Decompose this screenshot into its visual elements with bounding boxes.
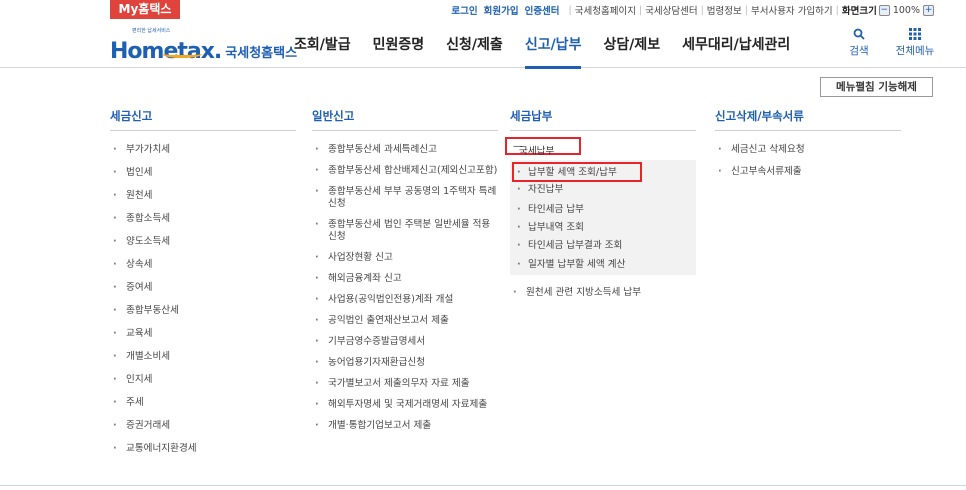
selected-item-highlight — [512, 162, 642, 182]
list-item[interactable]: 양도소득세 — [110, 236, 296, 248]
zoom-label: 화면크기 — [841, 6, 877, 17]
menu-list: 원천세 관련 지방소득세 납부 — [510, 287, 696, 299]
column-tax-payment: 세금납부 — [510, 107, 696, 131]
list-item[interactable]: 해외투자명세 및 국제거래명세 자료제출 — [312, 399, 498, 411]
column-title[interactable]: 신고삭제/부속서류 — [715, 107, 901, 125]
nav-tax-agent[interactable]: 세무대리/납세관리 — [682, 22, 790, 68]
divider: | — [700, 4, 704, 16]
menu-list: 종합부동산세 과세특례신고종합부동산세 합산배제신고(제외신고포함) 종합부동산세… — [312, 144, 498, 432]
list-item[interactable]: 종합부동산세 법인 주택분 일반세율 적용 신청 — [312, 219, 498, 243]
search-label: 검색 — [849, 45, 869, 57]
column-tax-report: 세금신고 부가가치세법인세원천세종합소득세양도소득세상속세증여세종합부동산세교육… — [110, 107, 296, 466]
national-tax-payment-item[interactable]: — 국세납부 — [505, 137, 581, 157]
search-icon — [842, 28, 876, 42]
logo-swoosh-icon — [162, 50, 202, 58]
signup-link[interactable]: 회원가입 — [484, 3, 519, 17]
list-item[interactable]: 종합부동산세 — [110, 305, 296, 317]
full-menu-label: 전체메뉴 — [895, 45, 935, 57]
list-item[interactable]: 개별소비세 — [110, 351, 296, 363]
divider: | — [638, 4, 643, 16]
list-item[interactable]: 신고부속서류제출 — [715, 166, 901, 178]
list-item[interactable]: 농어업용기자재환급신청 — [312, 357, 498, 369]
nts-homepage-link[interactable]: 국세청홈페이지 — [575, 3, 636, 17]
grid-icon — [892, 28, 938, 42]
list-item[interactable]: 사업용(공익법인전용)계좌 개설 — [312, 294, 498, 306]
divider: | — [744, 4, 748, 16]
bottom-divider — [0, 485, 966, 486]
divider — [312, 130, 498, 131]
list-item[interactable]: 주세 — [110, 397, 296, 409]
list-item[interactable]: 세금신고 삭제요청 — [715, 144, 901, 156]
column-report-delete: 신고삭제/부속서류 세금신고 삭제요청신고부속서류제출 — [715, 107, 901, 188]
login-link[interactable]: 로그인 — [451, 3, 477, 17]
list-item[interactable]: 공익법인 출연재산보고서 제출 — [312, 315, 498, 327]
menu-list: 세금신고 삭제요청신고부속서류제출 — [715, 144, 901, 178]
national-tax-payment-label: — 국세납부 — [513, 141, 555, 157]
list-item[interactable]: 해외금융계좌 신고 — [312, 273, 498, 285]
consult-center-link[interactable]: 국세상담센터 — [645, 3, 697, 17]
column-title[interactable]: 일반신고 — [312, 107, 498, 125]
list-item[interactable]: 원천세 — [110, 190, 296, 202]
list-item[interactable]: 사업장현황 신고 — [312, 252, 498, 264]
zoom-out-button[interactable]: − — [878, 4, 890, 16]
column-title[interactable]: 세금납부 — [510, 107, 696, 125]
list-item[interactable]: 국가별보고서 제출의무자 자료 제출 — [312, 378, 498, 390]
list-item[interactable]: 부가가치세 — [110, 144, 296, 156]
submenu-item[interactable]: 자진납부 — [510, 184, 563, 196]
list-item[interactable]: 개별·통합기업보고서 제출 — [312, 420, 498, 432]
divider — [715, 130, 901, 131]
list-item[interactable]: 교통에너지환경세 — [110, 443, 296, 455]
divider: | — [835, 4, 839, 16]
list-item[interactable]: 종합부동산세 부부 공동명의 1주택자 특례 신청 — [312, 186, 498, 210]
list-item[interactable]: 원천세 관련 지방소득세 납부 — [510, 287, 696, 299]
divider — [110, 130, 296, 131]
my-hometax-tab[interactable]: My홈택스 — [110, 0, 180, 19]
cert-center-link[interactable]: 인증센터 — [525, 3, 560, 17]
submenu-item[interactable]: 납부내역 조회 — [510, 222, 584, 234]
submenu-item[interactable]: 일자별 납부할 세액 계산 — [510, 259, 625, 271]
submenu-item[interactable]: 타인세금 납부결과 조회 — [510, 240, 622, 252]
list-item[interactable]: 법인세 — [110, 167, 296, 179]
logo-tagline: 편리한 납세서비스 — [132, 28, 171, 34]
column-general-report: 일반신고 종합부동산세 과세특례신고종합부동산세 합산배제신고(제외신고포함)종… — [312, 107, 498, 441]
column-title[interactable]: 세금신고 — [110, 107, 296, 125]
dept-user-signup-link[interactable]: 부서사용자 가입하기 — [751, 3, 833, 17]
list-item[interactable]: 증여세 — [110, 282, 296, 294]
zoom-value: 100% — [892, 4, 920, 16]
list-item[interactable]: 종합부동산세 합산배제신고(제외신고포함) — [312, 165, 498, 177]
full-menu-button[interactable]: 전체메뉴 — [892, 28, 938, 58]
nav-apply-submit[interactable]: 신청/제출 — [446, 22, 503, 68]
logo-subtitle: 국세청홈택스 — [225, 46, 298, 61]
header: 편리한 납세서비스 Hometax. 국세청홈택스 조회/발급 민원증명 신청/… — [0, 22, 966, 69]
nav-consult-report[interactable]: 상담/제보 — [603, 22, 660, 68]
list-item[interactable]: 종합소득세 — [110, 213, 296, 225]
hometax-logo[interactable]: 편리한 납세서비스 Hometax. 국세청홈택스 — [110, 24, 297, 64]
nav-report-pay[interactable]: 신고/납부 — [524, 22, 581, 69]
list-item[interactable]: 기부금영수증발급명세서 — [312, 336, 498, 348]
list-item[interactable]: 종합부동산세 과세특례신고 — [312, 144, 498, 156]
nav-inquiry-issue[interactable]: 조회/발급 — [294, 22, 351, 68]
law-info-link[interactable]: 법령정보 — [707, 3, 742, 17]
list-item[interactable]: 증권거래세 — [110, 420, 296, 432]
menu-fold-toggle-button[interactable]: 메뉴펼침 기능해제 — [820, 77, 933, 97]
main-nav: 조회/발급 민원증명 신청/제출 신고/납부 상담/제보 세무대리/납세관리 — [294, 22, 812, 69]
list-item[interactable]: 교육세 — [110, 328, 296, 340]
submenu-item[interactable]: 타인세금 납부 — [510, 204, 584, 216]
list-item[interactable]: 상속세 — [110, 259, 296, 271]
top-utility-bar: My홈택스 로그인 회원가입 인증센터 | 국세청홈페이지 | 국세상담센터 |… — [0, 0, 966, 22]
search-button[interactable]: 검색 — [842, 28, 876, 58]
utility-links: 로그인 회원가입 인증센터 | 국세청홈페이지 | 국세상담센터 | 법령정보 … — [451, 3, 936, 17]
divider: | — [568, 4, 572, 16]
divider — [510, 130, 696, 131]
zoom-in-button[interactable]: + — [923, 4, 934, 16]
nav-civil-cert[interactable]: 민원증명 — [373, 22, 425, 68]
list-item[interactable]: 인지세 — [110, 374, 296, 386]
menu-list: 부가가치세법인세원천세종합소득세양도소득세상속세증여세종합부동산세교육세개별소비… — [110, 144, 296, 455]
